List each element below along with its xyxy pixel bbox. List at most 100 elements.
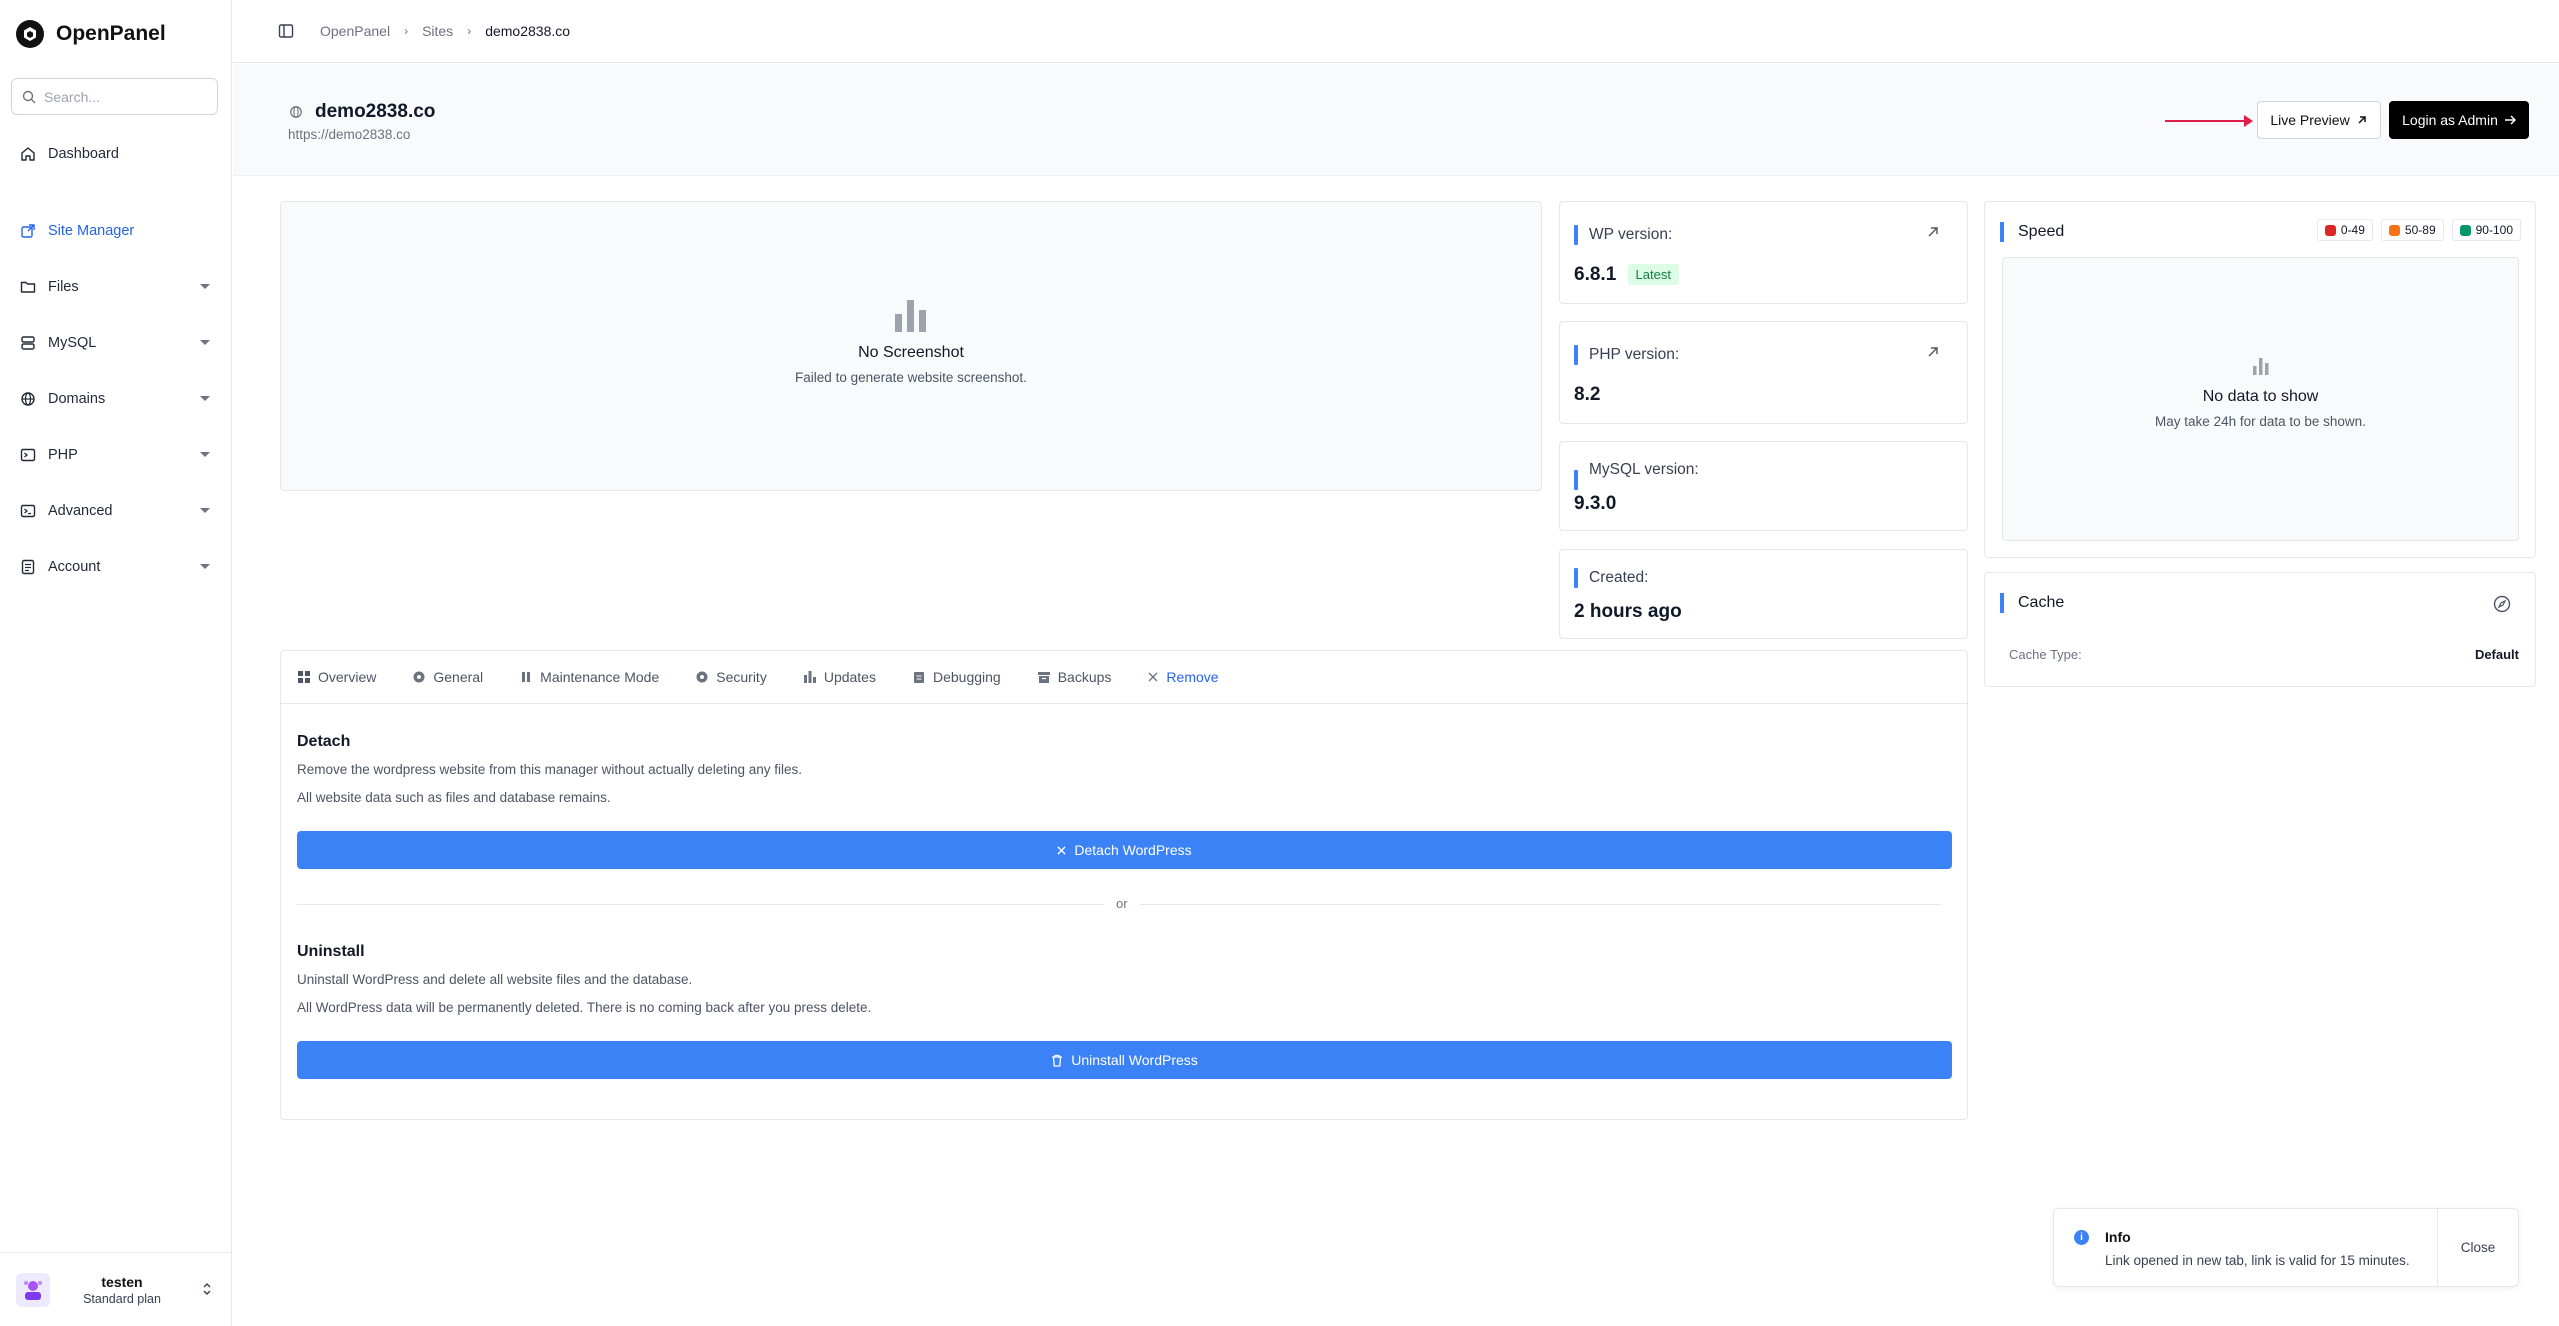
compass-icon[interactable] xyxy=(2493,595,2511,613)
toast-title: Info xyxy=(2105,1229,2131,1245)
site-tabs-panel: Overview General Maintenance Mode Securi… xyxy=(280,650,1968,1120)
account-icon xyxy=(21,559,35,575)
sidebar-item-domains[interactable]: Domains xyxy=(20,384,210,414)
accent-bar xyxy=(1574,568,1578,588)
legend-swatch xyxy=(2388,224,2400,236)
created-card: Created: 2 hours ago xyxy=(1559,549,1968,639)
live-preview-button[interactable]: Live Preview xyxy=(2257,101,2381,139)
terminal-icon xyxy=(20,504,36,518)
breadcrumb-item[interactable]: OpenPanel xyxy=(320,23,390,39)
mysql-version-label: MySQL version: xyxy=(1589,461,1699,478)
sidebar-item-php[interactable]: PHP xyxy=(20,440,210,470)
chevron-down-icon xyxy=(200,452,210,457)
tab-maintenance-mode[interactable]: Maintenance Mode xyxy=(519,669,659,685)
sidebar-item-label: Domains xyxy=(48,391,106,407)
detach-title: Detach xyxy=(297,733,351,750)
close-icon xyxy=(1148,672,1158,682)
tab-general[interactable]: General xyxy=(412,669,483,685)
uninstall-wordpress-label: Uninstall WordPress xyxy=(1071,1052,1198,1068)
search-box[interactable] xyxy=(11,78,218,115)
tab-backups[interactable]: Backups xyxy=(1037,669,1112,685)
sidebar: OpenPanel Dashboard Site Manager Files M… xyxy=(0,0,232,1326)
arrow-up-right-icon[interactable] xyxy=(1927,226,1939,238)
toast-close-button[interactable]: Close xyxy=(2438,1209,2518,1286)
sidebar-item-label: Files xyxy=(48,279,79,295)
archive-icon xyxy=(1037,672,1050,683)
user-menu[interactable]: testen Standard plan xyxy=(0,1252,232,1326)
accent-bar xyxy=(2000,222,2004,242)
chevrons-up-down-icon[interactable] xyxy=(202,1281,212,1297)
terminal-icon xyxy=(20,448,36,462)
php-version-card: PHP version: 8.2 xyxy=(1559,321,1968,424)
chevron-down-icon xyxy=(200,564,210,569)
sidebar-item-label: Site Manager xyxy=(48,223,135,239)
legend-label: 0-49 xyxy=(2340,223,2365,237)
cache-title: Cache xyxy=(2018,594,2065,611)
globe-icon xyxy=(21,392,35,406)
tab-security[interactable]: Security xyxy=(695,669,767,685)
globe-icon xyxy=(290,106,302,118)
uninstall-text: Uninstall WordPress and delete all websi… xyxy=(297,972,693,987)
sidebar-item-label: Advanced xyxy=(48,503,113,519)
database-icon xyxy=(21,336,35,350)
no-data-subtitle: May take 24h for data to be shown. xyxy=(2155,414,2366,429)
detach-wordpress-label: Detach WordPress xyxy=(1074,842,1192,858)
tab-remove[interactable]: Remove xyxy=(1147,669,1219,685)
tab-label: Overview xyxy=(318,669,377,685)
sidebar-item-advanced[interactable]: Advanced xyxy=(20,496,210,526)
site-url[interactable]: https://demo2838.co xyxy=(288,127,410,142)
wp-version-value: 6.8.1 xyxy=(1574,264,1617,285)
speed-chart-area: No data to show May take 24h for data to… xyxy=(2002,257,2519,541)
tab-overview[interactable]: Overview xyxy=(297,669,376,685)
legend-item: 90-100 xyxy=(2451,219,2521,241)
gear-icon xyxy=(413,671,425,683)
sidebar-item-account[interactable]: Account xyxy=(20,552,210,582)
brand[interactable]: OpenPanel xyxy=(16,20,166,48)
search-input[interactable] xyxy=(44,88,204,105)
tab-updates[interactable]: Updates xyxy=(803,669,876,685)
tab-label: Remove xyxy=(1166,669,1219,685)
cache-type-label: Cache Type: xyxy=(2009,647,2082,662)
user-name: testen xyxy=(101,1273,143,1290)
latest-badge: Latest xyxy=(1627,264,1679,286)
chevron-right-icon: › xyxy=(467,24,472,38)
tab-debugging[interactable]: Debugging xyxy=(912,669,1001,685)
detach-wordpress-button[interactable]: Detach WordPress xyxy=(297,831,1952,869)
login-as-admin-label: Login as Admin xyxy=(2402,112,2498,128)
bar-chart-icon xyxy=(895,300,926,332)
accent-bar xyxy=(1574,225,1578,245)
arrow-up-right-icon[interactable] xyxy=(1927,346,1939,358)
site-header: demo2838.co https://demo2838.co Live Pre… xyxy=(233,64,2559,176)
sidebar-toggle-icon[interactable] xyxy=(278,23,294,39)
speed-title: Speed xyxy=(2018,223,2065,240)
external-site-icon xyxy=(21,224,35,238)
detach-text: All website data such as files and datab… xyxy=(297,790,611,805)
detach-text: Remove the wordpress website from this m… xyxy=(297,762,802,777)
tab-label: Backups xyxy=(1057,669,1112,685)
brand-name: OpenPanel xyxy=(56,22,166,45)
login-as-admin-button[interactable]: Login as Admin xyxy=(2389,101,2529,139)
search-icon xyxy=(22,90,36,103)
avatar xyxy=(16,1272,50,1307)
openpanel-logo-icon xyxy=(16,20,44,48)
accent-bar xyxy=(1574,345,1578,365)
tab-label: Debugging xyxy=(932,669,1001,685)
tab-label: Maintenance Mode xyxy=(540,669,660,685)
breadcrumb-item[interactable]: Sites xyxy=(422,23,453,39)
tab-label: Updates xyxy=(823,669,876,685)
cache-card: Cache Cache Type: Default xyxy=(1984,572,2536,687)
breadcrumb: OpenPanel › Sites › demo2838.co xyxy=(320,23,570,39)
speed-card: Speed 0-49 50-89 90-100 No data to show … xyxy=(1984,201,2536,558)
uninstall-wordpress-button[interactable]: Uninstall WordPress xyxy=(297,1041,1952,1079)
cache-type-value: Default xyxy=(2474,647,2519,662)
pause-icon xyxy=(522,672,531,682)
php-version-label: PHP version: xyxy=(1589,346,1680,363)
sidebar-item-dashboard[interactable]: Dashboard xyxy=(20,139,210,169)
no-screenshot-title: No Screenshot xyxy=(858,344,964,361)
sidebar-item-mysql[interactable]: MySQL xyxy=(20,328,210,358)
sidebar-item-site-manager[interactable]: Site Manager xyxy=(20,216,210,246)
wp-version-card: WP version: 6.8.1 Latest xyxy=(1559,201,1968,304)
chevron-down-icon xyxy=(200,508,210,513)
sidebar-item-files[interactable]: Files xyxy=(20,272,210,302)
avatar-icon xyxy=(24,1280,42,1300)
